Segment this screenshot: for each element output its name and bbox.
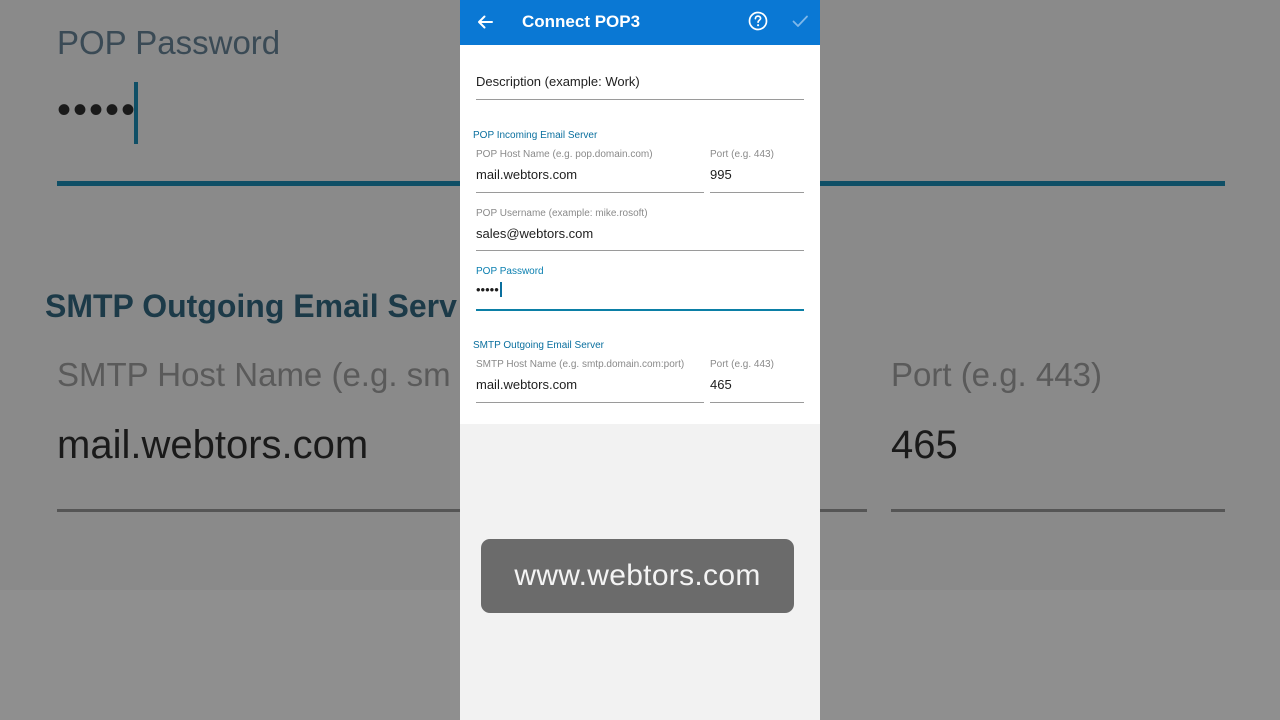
save-button[interactable] (790, 11, 810, 31)
pop-port-field[interactable]: Port (e.g. 443) 995 (710, 149, 804, 194)
bg-text-caret (134, 82, 138, 144)
pop-username-value: sales@webtors.com (476, 226, 594, 241)
page-title: Connect POP3 (522, 12, 641, 31)
help-button[interactable] (747, 10, 769, 32)
pop-username-field[interactable]: POP Username (example: mike.rosoft) sale… (476, 208, 804, 253)
help-circle-icon (748, 11, 768, 31)
check-icon (792, 15, 808, 27)
field-underline (476, 402, 704, 403)
smtp-port-label: Port (e.g. 443) (710, 359, 774, 370)
field-underline (710, 402, 804, 403)
pop-password-input: ••••• (476, 282, 502, 297)
field-underline (476, 250, 804, 251)
back-button[interactable] (472, 9, 498, 35)
pop-password-label: POP Password (476, 266, 544, 277)
field-underline (710, 192, 804, 193)
pop3-form: Description (example: Work) POP Incoming… (460, 45, 820, 424)
bg-smtp-port-value: 465 (891, 423, 958, 467)
watermark-text: www.webtors.com (514, 559, 761, 592)
field-underline-focused (476, 309, 804, 311)
pop-host-label: POP Host Name (e.g. pop.domain.com) (476, 149, 653, 160)
smtp-host-label: SMTP Host Name (e.g. smtp.domain.com:por… (476, 359, 685, 370)
arrow-left-icon (478, 15, 493, 29)
smtp-port-field[interactable]: Port (e.g. 443) 465 (710, 359, 804, 404)
text-caret (499, 282, 502, 297)
bg-smtp-heading: SMTP Outgoing Email Serv (45, 288, 457, 324)
phone-screen: Connect POP3 Description (example: Work) (460, 0, 820, 720)
smtp-section-heading: SMTP Outgoing Email Server (473, 340, 604, 351)
pop-port-label: Port (e.g. 443) (710, 149, 774, 160)
description-placeholder: Description (example: Work) (476, 74, 640, 89)
field-underline (476, 99, 804, 100)
bg-smtp-host-label: SMTP Host Name (e.g. sm (57, 356, 451, 393)
pop-section-heading: POP Incoming Email Server (473, 130, 598, 141)
app-bar: Connect POP3 (460, 0, 820, 45)
pop-password-value: ••••• (476, 282, 499, 297)
bg-smtp-port-label: Port (e.g. 443) (891, 356, 1102, 393)
pop-password-field[interactable]: POP Password ••••• (476, 266, 804, 312)
pop-port-value: 995 (710, 167, 732, 182)
description-field[interactable]: Description (example: Work) (476, 73, 804, 101)
pop-host-value: mail.webtors.com (476, 167, 578, 182)
smtp-host-value: mail.webtors.com (476, 377, 578, 392)
pop-username-label: POP Username (example: mike.rosoft) (476, 208, 648, 219)
pop-host-field[interactable]: POP Host Name (e.g. pop.domain.com) mail… (476, 149, 704, 194)
bg-underline (891, 509, 1225, 512)
bg-pop-password-dots: ••••• (57, 88, 138, 132)
watermark: www.webtors.com (481, 539, 794, 613)
bg-smtp-host-value: mail.webtors.com (57, 423, 369, 467)
field-underline (476, 192, 704, 193)
smtp-host-field[interactable]: SMTP Host Name (e.g. smtp.domain.com:por… (476, 359, 704, 404)
screen: POP Password ••••• SMTP Outgoing Email S… (0, 0, 1280, 720)
smtp-port-value: 465 (710, 377, 732, 392)
bg-pop-password-label: POP Password (57, 24, 281, 61)
